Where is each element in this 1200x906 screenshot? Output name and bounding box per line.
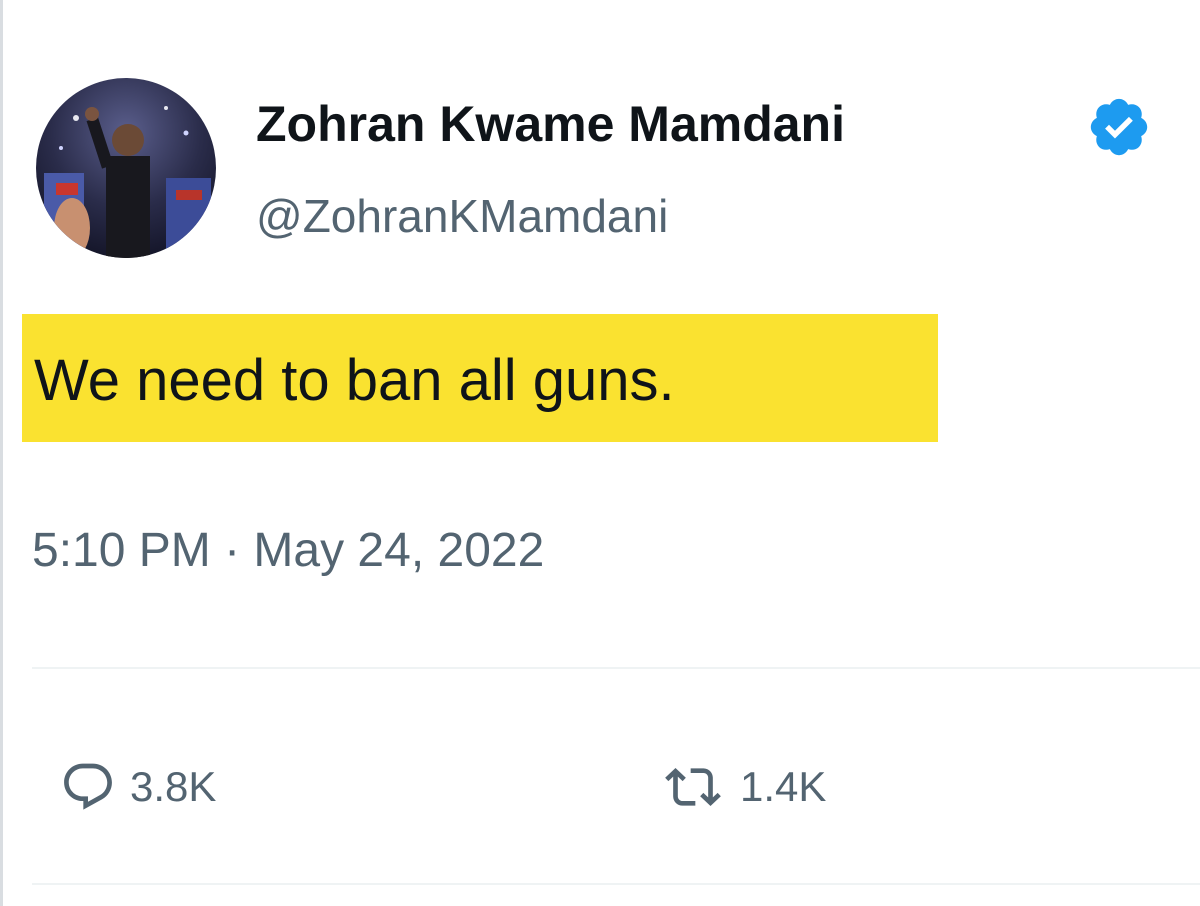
retweet-button[interactable]: 1.4K (660, 752, 826, 822)
left-border (0, 0, 3, 906)
retweet-count: 1.4K (740, 763, 827, 810)
tweet-text: We need to ban all guns. (34, 348, 675, 413)
avatar-photo (36, 78, 216, 258)
avatar[interactable] (36, 78, 216, 258)
reply-button[interactable]: 3.8K (60, 752, 216, 822)
tweet-card: Zohran Kwame Mamdani @ZohranKMamdani We … (0, 0, 1200, 906)
display-name[interactable]: Zohran Kwame Mamdani (256, 92, 845, 156)
divider (32, 667, 1200, 669)
reply-bubble-icon (64, 763, 112, 810)
reply-count: 3.8K (130, 763, 217, 810)
timestamp[interactable]: 5:10 PM · May 24, 2022 (32, 520, 544, 582)
divider (32, 883, 1200, 885)
verified-badge-icon (1086, 94, 1152, 160)
retweet-icon (665, 768, 721, 806)
handle[interactable]: @ZohranKMamdani (256, 186, 668, 246)
